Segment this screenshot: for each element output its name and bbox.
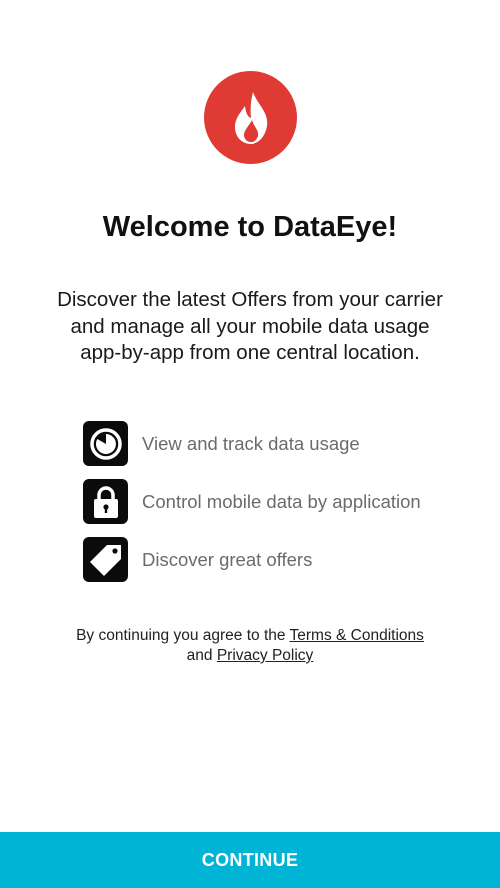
flame-icon — [234, 91, 267, 144]
feature-label: Discover great offers — [142, 548, 313, 570]
lock-icon — [83, 479, 128, 524]
terms-link[interactable]: Terms & Conditions — [290, 627, 424, 644]
continue-button[interactable]: CONTINUE — [0, 832, 500, 888]
intro-text: Discover the latest Offers from your car… — [57, 288, 443, 364]
legal-conjunction: and — [186, 647, 217, 664]
feature-offers: Discover great offers — [83, 537, 312, 582]
feature-label: View and track data usage — [142, 432, 360, 454]
feature-label: Control mobile data by application — [142, 490, 421, 512]
pie-chart-icon — [83, 421, 128, 466]
feature-control-data: Control mobile data by application — [83, 479, 421, 524]
welcome-screen: Welcome to DataEye! Discover the latest … — [0, 0, 500, 888]
privacy-link[interactable]: Privacy Policy — [217, 647, 313, 664]
page-title: Welcome to DataEye! — [102, 211, 398, 243]
legal-prefix: By continuing you agree to the — [76, 627, 290, 644]
tag-icon — [83, 537, 128, 582]
app-logo — [204, 71, 297, 164]
feature-track-usage: View and track data usage — [83, 421, 360, 466]
legal-notice: By continuing you agree to the Terms & C… — [0, 626, 500, 666]
